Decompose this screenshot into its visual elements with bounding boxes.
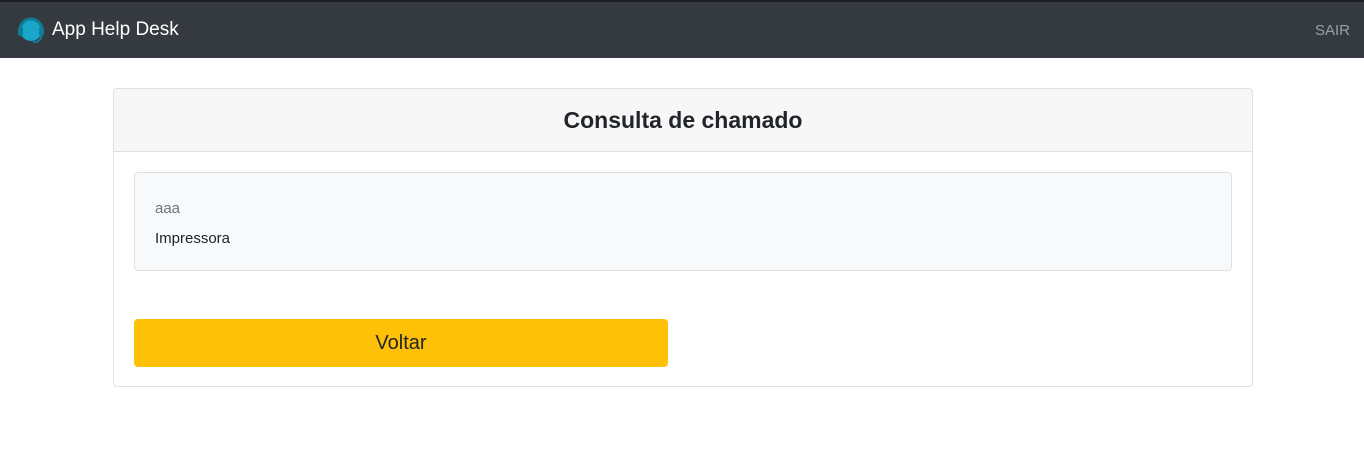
headset-icon [18, 17, 44, 43]
top-navbar: App Help Desk SAIR [0, 0, 1364, 58]
ticket-title: aaa [155, 200, 181, 217]
ticket-item: aaa Impressora [134, 172, 1232, 271]
ticket-query-card: Consulta de chamado aaa Impressora Volta… [113, 88, 1253, 387]
card-body: aaa Impressora Voltar [114, 152, 1252, 386]
brand[interactable]: App Help Desk [16, 15, 179, 45]
brand-name: App Help Desk [52, 19, 179, 40]
ticket-category: Impressora [155, 230, 231, 247]
page-title: Consulta de chamado [563, 106, 803, 133]
back-button[interactable]: Voltar [134, 319, 668, 367]
card-header: Consulta de chamado [114, 89, 1252, 152]
logout-link[interactable]: SAIR [1315, 22, 1350, 39]
